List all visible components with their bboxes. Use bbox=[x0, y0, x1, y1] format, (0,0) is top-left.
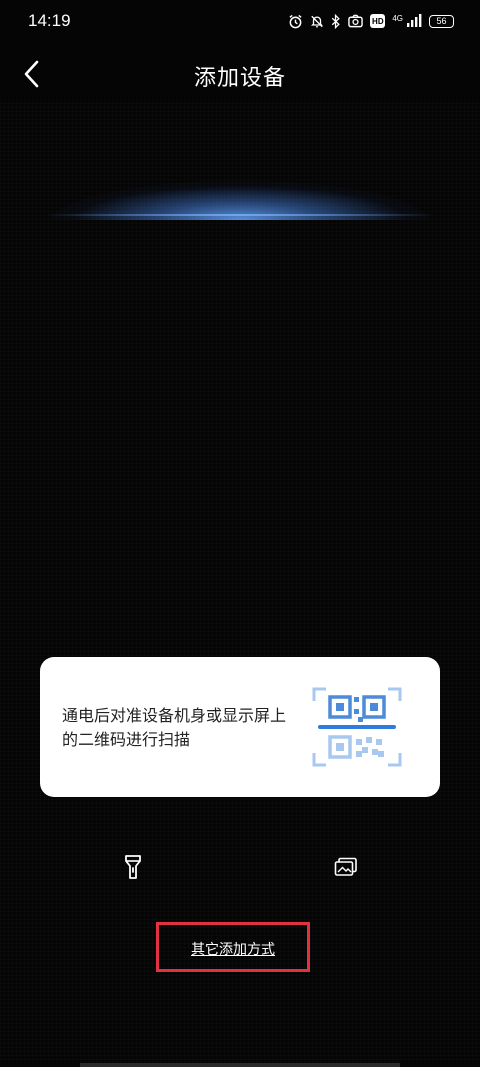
gallery-icon bbox=[334, 857, 357, 876]
camera-preview bbox=[0, 100, 480, 1060]
page-title: 添加设备 bbox=[193, 66, 286, 91]
mute-bell-icon bbox=[311, 15, 324, 27]
flashlight-icon bbox=[125, 855, 141, 879]
status-time: 14:19 bbox=[28, 11, 71, 30]
network-type: 4G bbox=[392, 13, 403, 23]
scan-screen: 14:19 HD 4G 56 添加设备 通电后对准设备机身或显示屏上的二维码进行… bbox=[0, 0, 480, 1067]
battery-indicator: 56 bbox=[429, 14, 454, 28]
scan-hint-text: 通电后对准设备机身或显示屏上的二维码进行扫描 bbox=[62, 706, 287, 749]
flashlight-button[interactable] bbox=[113, 847, 153, 887]
scan-glow bbox=[45, 150, 435, 220]
bluetooth-icon bbox=[332, 13, 341, 29]
other-methods-link[interactable]: 其它添加方式 bbox=[159, 939, 307, 959]
alarm-icon bbox=[289, 14, 302, 28]
header: 添加设备 bbox=[0, 50, 480, 98]
scan-line bbox=[45, 214, 435, 216]
status-icons: HD 4G 56 bbox=[288, 11, 454, 31]
gallery-button[interactable] bbox=[326, 847, 366, 887]
home-indicator bbox=[80, 1063, 400, 1067]
camera-status-icon bbox=[348, 14, 364, 28]
signal-icon bbox=[407, 14, 422, 27]
status-bar: 14:19 HD 4G 56 bbox=[0, 0, 480, 42]
other-methods-highlight: 其它添加方式 bbox=[156, 922, 310, 972]
scan-hint-card: 通电后对准设备机身或显示屏上的二维码进行扫描 bbox=[40, 657, 440, 797]
qr-code-icon bbox=[312, 687, 402, 767]
hd-badge: HD bbox=[370, 14, 386, 28]
